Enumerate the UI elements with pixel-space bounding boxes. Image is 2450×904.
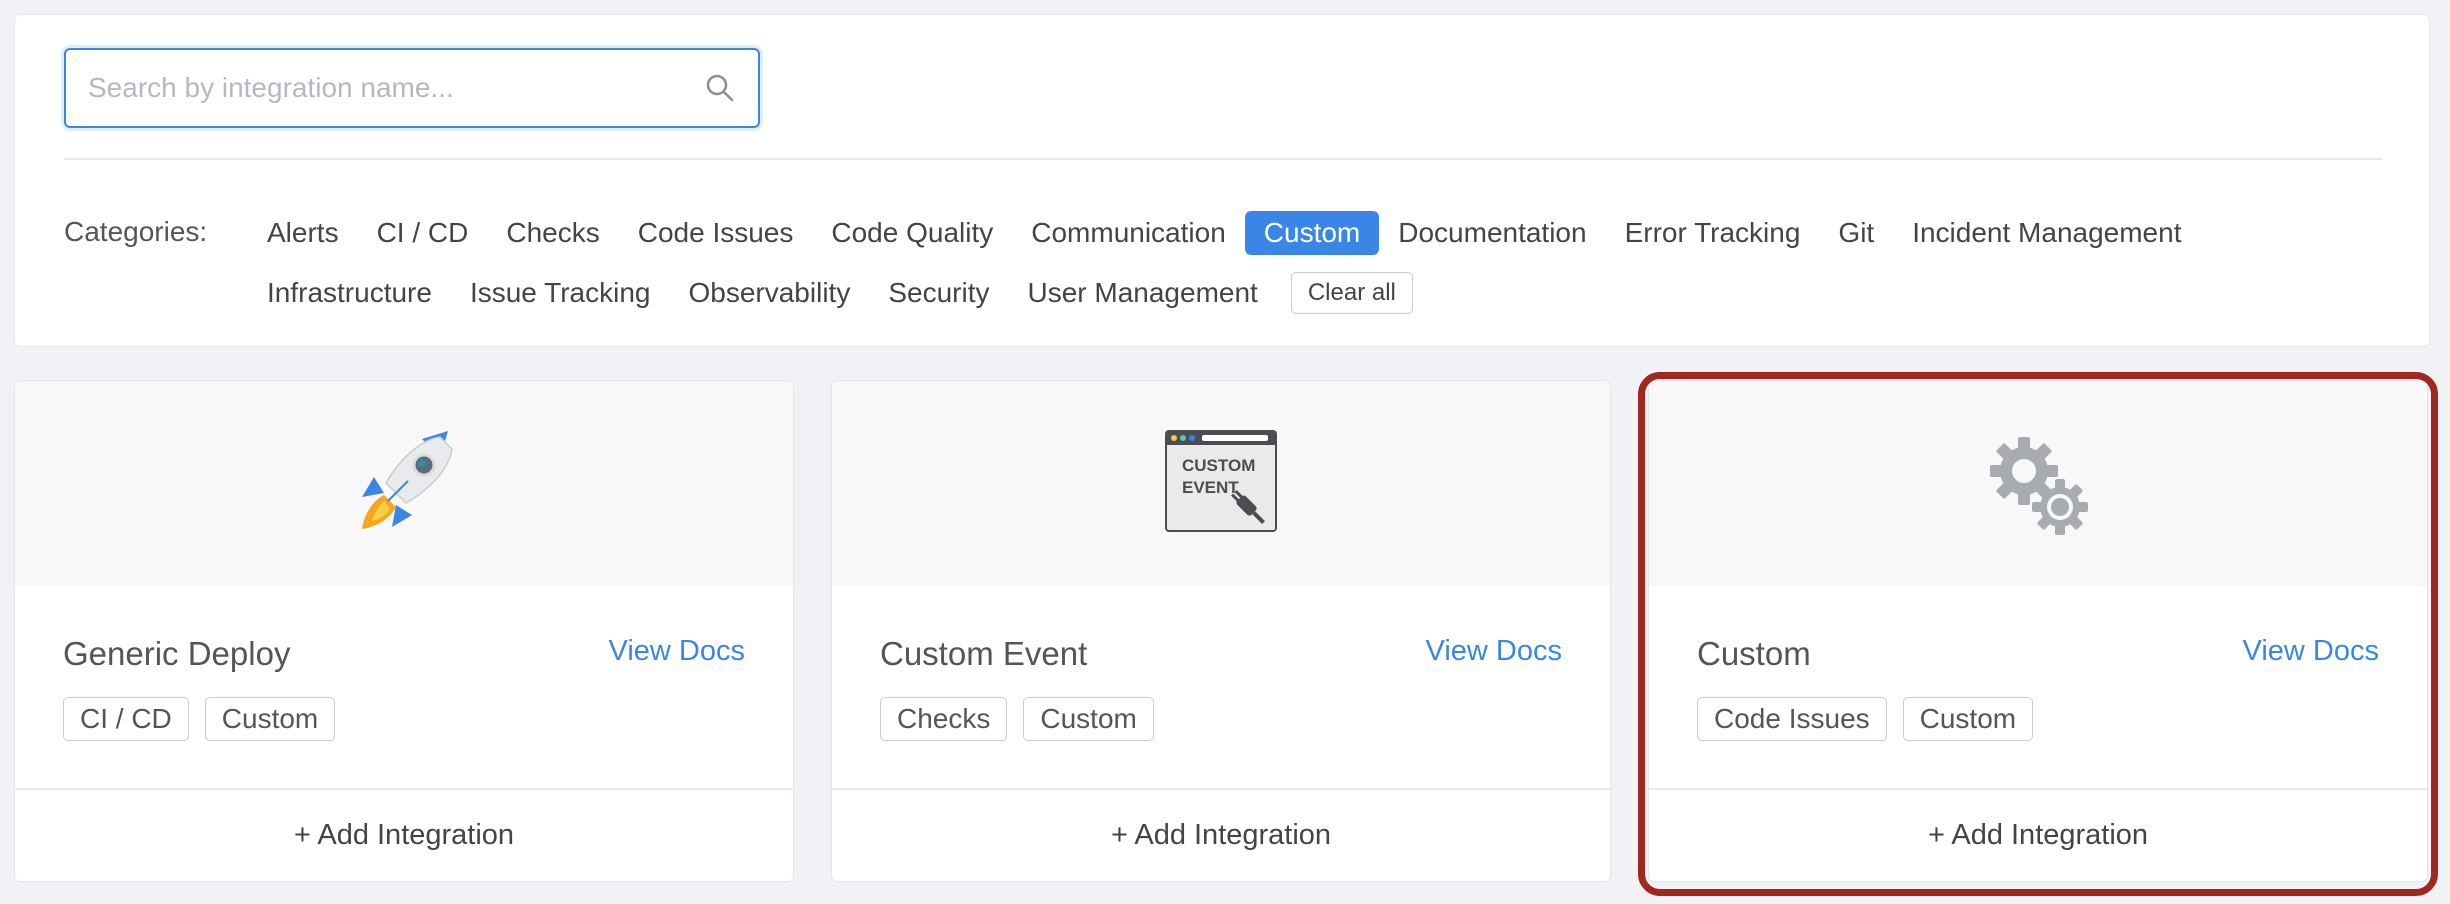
tag-custom: Custom bbox=[1902, 697, 2034, 741]
tag-custom: Custom bbox=[1023, 697, 1154, 741]
card-title: Custom Event bbox=[880, 635, 1088, 672]
icon-text-line-2: EVENT bbox=[1182, 478, 1239, 497]
category-documentation[interactable]: Documentation bbox=[1379, 211, 1605, 255]
card-title: Generic Deploy bbox=[63, 635, 291, 672]
icon-text-line-1: CUSTOM bbox=[1182, 456, 1255, 475]
categories-label: Categories: bbox=[64, 216, 208, 247]
tag-custom: Custom bbox=[204, 697, 336, 741]
category-row-1: Alerts CI / CD Checks Code Issues Code Q… bbox=[248, 211, 2200, 255]
gears-icon bbox=[1990, 437, 2088, 535]
category-security[interactable]: Security bbox=[869, 271, 1008, 315]
filter-panel: Categories: Alerts CI / CD Checks Code I… bbox=[14, 14, 2430, 347]
add-integration-button[interactable]: + Add Integration bbox=[1649, 788, 2427, 881]
add-integration-button[interactable]: + Add Integration bbox=[832, 788, 1610, 881]
clear-all-button[interactable]: Clear all bbox=[1290, 272, 1413, 314]
card-hero bbox=[1649, 381, 2427, 586]
custom-event-icon: CUSTOM EVENT bbox=[1165, 430, 1277, 532]
view-docs-link[interactable]: View Docs bbox=[609, 635, 745, 668]
search-icon[interactable] bbox=[704, 72, 736, 104]
category-ci-cd[interactable]: CI / CD bbox=[358, 211, 488, 255]
category-alerts[interactable]: Alerts bbox=[248, 211, 358, 255]
integration-card-custom-event: CUSTOM EVENT Custom Event View Docs Chec… bbox=[831, 380, 1611, 882]
category-code-issues[interactable]: Code Issues bbox=[619, 211, 813, 255]
category-row-2: Infrastructure Issue Tracking Observabil… bbox=[248, 271, 1413, 315]
tag-code-issues: Code Issues bbox=[1697, 697, 1887, 741]
add-integration-button[interactable]: + Add Integration bbox=[15, 788, 793, 881]
tag-ci-cd: CI / CD bbox=[63, 697, 189, 741]
rocket-icon bbox=[362, 431, 453, 529]
category-git[interactable]: Git bbox=[1819, 211, 1893, 255]
card-tags: CI / CD Custom bbox=[63, 697, 336, 741]
card-tags: Checks Custom bbox=[880, 697, 1154, 741]
tag-checks: Checks bbox=[880, 697, 1008, 741]
card-hero bbox=[15, 381, 793, 586]
integration-card-generic-deploy: Generic Deploy View Docs CI / CD Custom … bbox=[14, 380, 794, 882]
integration-card-custom: Custom View Docs Code Issues Custom + Ad… bbox=[1648, 380, 2428, 882]
divider bbox=[64, 158, 2382, 160]
card-hero: CUSTOM EVENT bbox=[832, 381, 1610, 586]
category-observability[interactable]: Observability bbox=[669, 271, 869, 315]
search-input[interactable] bbox=[66, 50, 758, 126]
category-custom[interactable]: Custom bbox=[1244, 211, 1380, 255]
category-checks[interactable]: Checks bbox=[487, 211, 618, 255]
view-docs-link[interactable]: View Docs bbox=[1426, 635, 1562, 668]
category-issue-tracking[interactable]: Issue Tracking bbox=[451, 271, 670, 315]
category-incident-management[interactable]: Incident Management bbox=[1893, 211, 2200, 255]
category-communication[interactable]: Communication bbox=[1012, 211, 1245, 255]
card-title: Custom bbox=[1697, 635, 1811, 672]
view-docs-link[interactable]: View Docs bbox=[2243, 635, 2379, 668]
category-user-management[interactable]: User Management bbox=[1008, 271, 1276, 315]
category-infrastructure[interactable]: Infrastructure bbox=[248, 271, 451, 315]
category-code-quality[interactable]: Code Quality bbox=[812, 211, 1012, 255]
search-box[interactable] bbox=[64, 48, 760, 128]
category-error-tracking[interactable]: Error Tracking bbox=[1606, 211, 1820, 255]
card-tags: Code Issues Custom bbox=[1697, 697, 2034, 741]
